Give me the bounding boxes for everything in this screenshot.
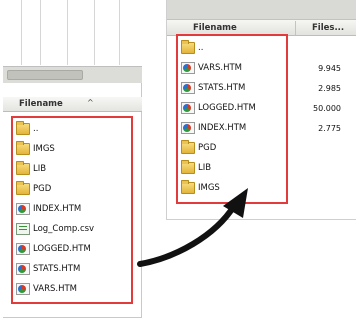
column-divider [67,0,68,65]
file-list-item[interactable]: VARS.HTM [16,281,77,297]
csv-file-icon [16,223,30,235]
file-list-item[interactable]: STATS.HTM [16,261,80,277]
folder-icon [16,161,30,175]
file-list-item[interactable]: Log_Comp.csv [16,221,94,237]
filename-column-header[interactable]: Filename [19,99,63,109]
folder-icon [16,141,30,155]
file-list-item[interactable]: .. [16,121,38,137]
file-list-item[interactable]: LIB [181,160,211,176]
file-size: 2.775 [318,123,341,133]
file-name: STATS.HTM [198,83,246,93]
html-file-icon [16,263,30,275]
left-column-header[interactable]: Filename ^ [3,97,142,112]
filename-column-header[interactable]: Filename [193,23,237,33]
file-list-item[interactable]: VARS.HTM 9.945 [181,60,341,76]
html-file-icon [181,102,195,114]
file-name: Log_Comp.csv [33,224,95,234]
file-name: VARS.HTM [198,63,243,73]
file-list-item[interactable]: LOGGED.HTM [16,241,91,257]
file-list-item[interactable]: PGD [181,140,216,156]
file-name: PGD [198,143,217,153]
column-separator[interactable] [295,21,296,35]
file-name: LIB [198,163,212,173]
sort-indicator-icon: ^ [87,98,94,107]
column-divider [119,0,120,65]
column-divider [40,0,41,65]
file-list-item[interactable]: .. [181,40,203,56]
folder-icon [181,140,195,154]
file-name: INDEX.HTM [198,123,247,133]
file-name: STATS.HTM [33,264,81,274]
file-name: LOGGED.HTM [198,103,256,113]
file-name: VARS.HTM [33,284,78,294]
right-pane-toolbar [167,0,356,20]
file-size: 50.000 [313,103,341,113]
html-file-icon [16,203,30,215]
file-name: INDEX.HTM [33,204,82,214]
file-name: LOGGED.HTM [33,244,91,254]
file-list-item[interactable]: LIB [16,161,46,177]
html-file-icon [181,62,195,74]
html-file-icon [181,122,195,134]
column-divider [21,0,22,65]
horizontal-scrollbar[interactable] [3,66,142,83]
folder-icon [181,160,195,174]
column-divider [94,0,95,65]
file-list-item[interactable]: INDEX.HTM [16,201,81,217]
filesize-column-header[interactable]: Files... [312,23,344,33]
file-size: 2.985 [318,83,341,93]
file-name: PGD [33,184,52,194]
html-file-icon [16,243,30,255]
folder-icon [16,181,30,195]
file-name: .. [198,43,204,53]
html-file-icon [16,283,30,295]
right-column-header[interactable]: Filename Files... [167,20,356,36]
file-list-item[interactable]: INDEX.HTM 2.775 [181,120,341,136]
file-name: .. [33,124,39,134]
html-file-icon [181,82,195,94]
transfer-arrow-icon [137,188,248,267]
scrollbar-thumb[interactable] [7,70,83,80]
file-list-item[interactable]: IMGS [16,141,55,157]
file-list-item[interactable]: STATS.HTM 2.985 [181,80,341,96]
file-name: LIB [33,164,47,174]
file-list-item[interactable]: LOGGED.HTM 50.000 [181,100,341,116]
file-name: IMGS [33,144,55,154]
file-size: 9.945 [318,63,341,73]
folder-icon [16,121,30,135]
folder-icon [181,40,195,54]
left-pane-upper-area [3,0,142,83]
file-list-item[interactable]: PGD [16,181,51,197]
